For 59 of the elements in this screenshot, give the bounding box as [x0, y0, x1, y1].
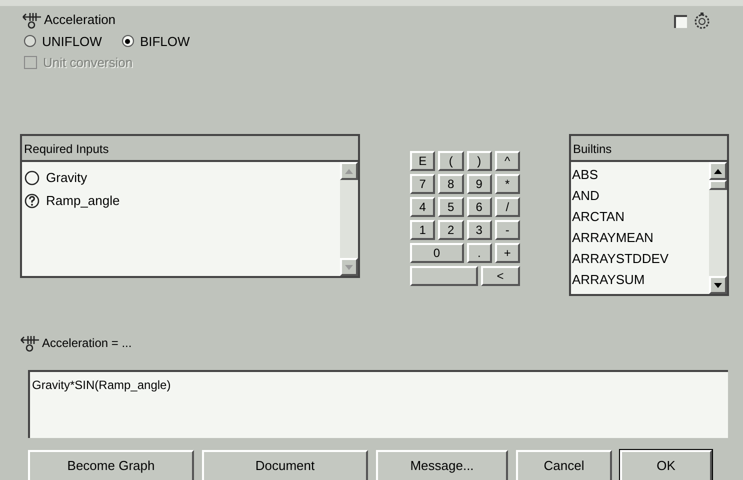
keypad-key[interactable]: 0 — [410, 243, 464, 263]
blank-key[interactable] — [410, 266, 478, 286]
keypad-key[interactable]: 1 — [410, 220, 436, 240]
keypad-key[interactable]: + — [494, 243, 520, 263]
builtin-item[interactable]: ARRAYSUM — [572, 269, 645, 290]
scrollbar[interactable] — [709, 162, 727, 294]
dialog-button[interactable]: Cancel — [516, 450, 612, 480]
scroll-down-button[interactable] — [709, 276, 727, 294]
scroll-down-button[interactable] — [340, 258, 358, 276]
keypad-key[interactable]: < — [480, 266, 520, 286]
builtin-item[interactable]: ARCTAN — [572, 206, 624, 227]
dial-icon[interactable] — [693, 12, 711, 30]
dialog-button[interactable]: Become Graph — [28, 450, 194, 480]
dialog-button[interactable]: Message... — [376, 450, 508, 480]
down-arrow-icon — [345, 264, 353, 270]
builtin-item[interactable]: AND — [572, 185, 600, 206]
question-circle-icon — [24, 192, 40, 208]
circle-icon — [24, 170, 40, 186]
keypad-key[interactable]: E — [410, 151, 436, 171]
builtin-item[interactable]: ARRAYSTDDEV — [572, 248, 669, 269]
dialog-button[interactable]: Document — [202, 450, 368, 480]
radio-label[interactable]: UNIFLOW — [42, 32, 102, 51]
keypad-key[interactable]: ^ — [494, 151, 520, 171]
flow-variable-icon — [20, 334, 40, 352]
scroll-up-button[interactable] — [340, 162, 358, 180]
equation-label: Acceleration = ... — [42, 335, 132, 352]
keypad-key[interactable]: / — [494, 197, 520, 217]
equation-field[interactable]: Gravity*SIN(Ramp_angle) — [28, 370, 728, 438]
flow-variable-icon — [22, 10, 42, 29]
radio-label[interactable]: BIFLOW — [140, 32, 190, 51]
down-arrow-icon — [714, 282, 722, 288]
scroll-up-button[interactable] — [709, 162, 727, 180]
builtin-item[interactable]: ARRAYMEAN — [572, 227, 654, 248]
radio-button[interactable] — [24, 35, 36, 48]
radio-button[interactable] — [122, 35, 134, 48]
keypad-key[interactable]: 6 — [466, 197, 492, 217]
keypad-key[interactable]: ( — [438, 151, 464, 171]
scroll-thumb[interactable] — [709, 180, 727, 190]
checkbox[interactable] — [674, 14, 687, 28]
keypad-key[interactable]: ) — [466, 151, 492, 171]
builtin-item[interactable]: ABS — [572, 164, 598, 185]
keypad-key[interactable]: 8 — [438, 174, 464, 194]
keypad-key[interactable]: 9 — [466, 174, 492, 194]
keypad-key[interactable]: - — [494, 220, 520, 240]
scrollbar[interactable] — [340, 162, 358, 276]
keypad-key[interactable]: 7 — [410, 174, 436, 194]
keypad-key[interactable]: 5 — [438, 197, 464, 217]
variable-name: Acceleration — [44, 11, 116, 29]
list-header: Required Inputs — [20, 134, 360, 160]
up-arrow-icon — [714, 168, 722, 174]
keypad-key[interactable]: 4 — [410, 197, 436, 217]
keypad-key[interactable]: * — [494, 174, 520, 194]
up-arrow-icon — [345, 168, 353, 174]
dialog-button[interactable]: OK — [620, 450, 712, 480]
list-item[interactable]: Gravity — [46, 168, 88, 188]
list-item[interactable]: Ramp_angle — [46, 190, 120, 210]
keypad-key[interactable]: 2 — [438, 220, 464, 240]
keypad-key[interactable]: 3 — [466, 220, 492, 240]
keypad-key[interactable]: . — [466, 243, 492, 263]
